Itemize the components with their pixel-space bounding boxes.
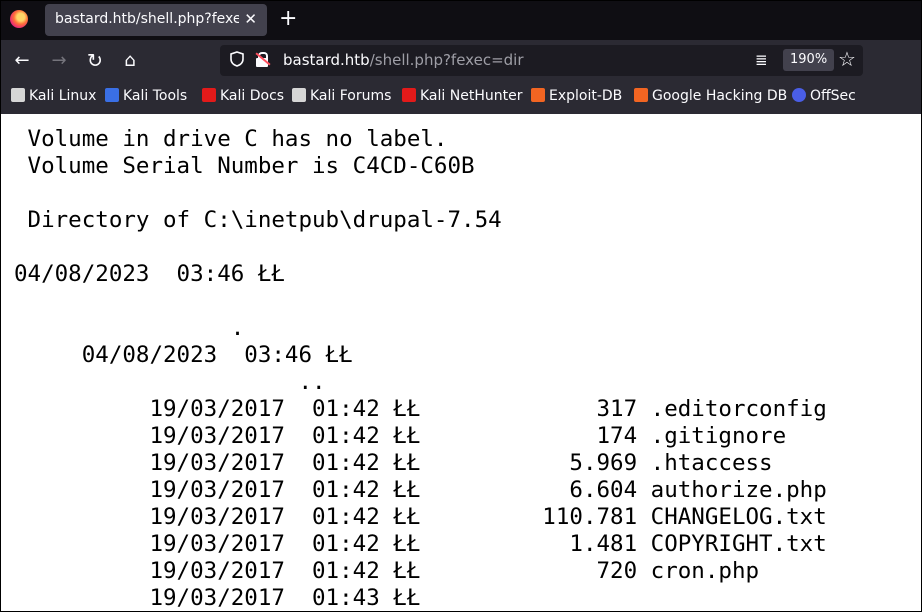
forward-button[interactable]: → (46, 48, 72, 74)
bookmark-label: Kali Docs (220, 88, 285, 104)
bookmarks-toolbar: Kali Linux Kali Tools Kali Docs Kali For… (0, 82, 922, 114)
bookmark-google-hacking-db[interactable]: Google Hacking DB (634, 88, 787, 108)
bookmark-kali-linux[interactable]: Kali Linux (11, 88, 96, 108)
bookmark-kali-tools[interactable]: Kali Tools (105, 88, 187, 108)
new-tab-button[interactable]: + (279, 6, 297, 32)
kali-forums-icon (292, 88, 306, 102)
reader-view-icon[interactable]: ≣ (755, 51, 768, 69)
url-bar[interactable]: bastard.htb/shell.php?fexec=dir ≣ 190% ☆ (220, 45, 863, 76)
exploit-db-icon (531, 88, 545, 102)
back-button[interactable]: ← (9, 48, 35, 74)
home-button[interactable]: ⌂ (117, 48, 143, 74)
bookmark-offsec[interactable]: OffSec (792, 88, 856, 108)
browser-chrome: bastard.htb/shell.php?fexec=dir ✕ + ← → … (0, 0, 922, 114)
bookmark-label: Google Hacking DB (652, 88, 788, 104)
kali-docs-icon (202, 88, 216, 102)
bookmark-star-icon[interactable]: ☆ (838, 47, 856, 71)
url-text[interactable]: bastard.htb/shell.php?fexec=dir (283, 51, 524, 69)
reload-button[interactable]: ↻ (82, 48, 108, 74)
bookmark-label: OffSec (810, 88, 856, 104)
bookmark-kali-nethunter[interactable]: Kali NetHunter (402, 88, 522, 108)
close-tab-icon[interactable]: ✕ (244, 10, 257, 28)
tab-title: bastard.htb/shell.php?fexec=dir (55, 11, 239, 27)
url-path: /shell.php?fexec=dir (369, 51, 524, 69)
bookmark-label: Kali Tools (123, 88, 188, 104)
bookmark-kali-forums[interactable]: Kali Forums (292, 88, 391, 108)
command-output: Volume in drive C has no label. Volume S… (14, 126, 827, 611)
navigation-toolbar: ← → ↻ ⌂ bastard.htb/shell.php?fexec=dir … (0, 40, 922, 82)
bookmark-label: Kali Linux (29, 88, 97, 104)
tracking-protection-shield-icon[interactable] (230, 51, 244, 67)
zoom-level-button[interactable]: 190% (783, 49, 835, 71)
firefox-logo-icon[interactable] (10, 10, 28, 28)
nethunter-icon (402, 88, 416, 102)
offsec-icon (792, 88, 806, 102)
bookmark-label: Kali Forums (310, 88, 392, 104)
kali-tools-icon (105, 88, 119, 102)
bookmark-exploit-db[interactable]: Exploit-DB (531, 88, 622, 108)
insecure-lock-icon[interactable] (255, 52, 271, 67)
ghdb-icon (634, 88, 648, 102)
tab-bar: bastard.htb/shell.php?fexec=dir ✕ + (0, 0, 922, 40)
kali-dragon-icon (11, 88, 25, 102)
page-content: Volume in drive C has no label. Volume S… (0, 114, 922, 612)
url-host: bastard.htb (283, 51, 370, 69)
tab-active[interactable]: bastard.htb/shell.php?fexec=dir ✕ (45, 4, 267, 36)
bookmark-label: Kali NetHunter (420, 88, 523, 104)
bookmark-label: Exploit-DB (549, 88, 623, 104)
bookmark-kali-docs[interactable]: Kali Docs (202, 88, 284, 108)
